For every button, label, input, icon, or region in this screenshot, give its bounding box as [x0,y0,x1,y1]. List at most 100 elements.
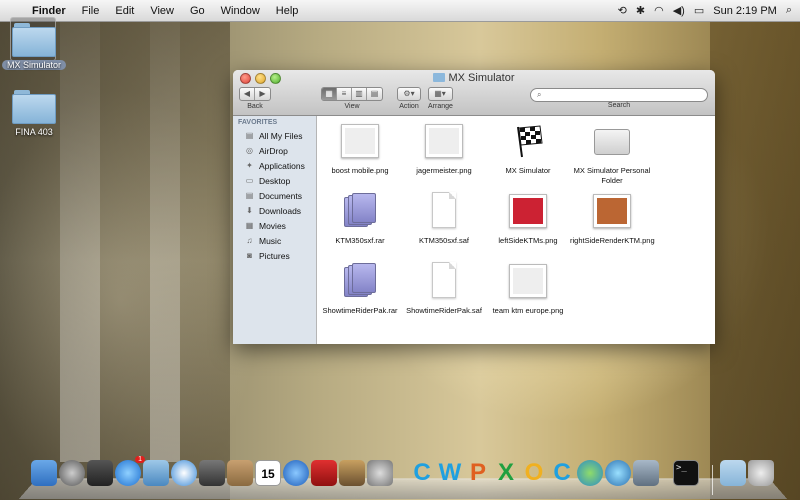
sidebar-heading: FAVORITES [238,119,278,126]
image-file-icon [508,261,548,301]
music-icon: ♫ [246,236,253,245]
contacts-icon[interactable] [227,460,253,486]
trash-icon[interactable] [748,460,774,486]
spotlight-icon[interactable]: ⌕ [786,4,792,17]
coverflow-view-button[interactable]: ▤ [367,88,382,100]
dock: 1 15 C W P X O C >_ [18,456,788,500]
sidebar-item-airdrop[interactable]: ◎ AirDrop [233,143,316,158]
menu-window[interactable]: Window [213,5,268,17]
file-item[interactable]: MX Simulator Personal Folder [570,121,654,186]
folder-icon [12,90,56,124]
image-file-icon [340,121,380,161]
action-group: ⚙▾ Action [397,87,421,110]
dock-separator [712,465,713,495]
arrange-button[interactable]: ▦▾ [429,88,451,100]
desktop-folder-label: FINA 403 [15,127,53,137]
excel-icon[interactable]: X [493,460,519,486]
downloads-stack-icon[interactable] [720,460,746,486]
movies-icon: ▦ [245,221,254,230]
search-input[interactable]: ⌕ [530,88,708,102]
wallpaper-rock-right [710,22,800,500]
itunes-icon[interactable] [283,460,309,486]
menu-file[interactable]: File [74,5,108,17]
image-file-icon [508,191,548,231]
system-preferences-icon[interactable] [367,460,393,486]
sidebar-item-downloads[interactable]: ⬇ Downloads [233,203,316,218]
volume-icon[interactable]: ◀) [673,4,685,17]
menu-view[interactable]: View [142,5,182,17]
menu-edit[interactable]: Edit [107,5,142,17]
forward-button[interactable]: ▶ [255,88,270,100]
sidebar-item-pictures[interactable]: ◙ Pictures [233,248,316,263]
iphoto-icon[interactable] [339,460,365,486]
documents-icon: ▤ [245,191,254,200]
file-item[interactable]: KTM350sxf.rar [318,191,402,246]
list-view-button[interactable]: ≡ [337,88,352,100]
file-item[interactable]: KTM350sxf.saf [402,191,486,246]
finder-window: MX Simulator ◀ ▶ Back ▦ ≡ ▥ ▤ View ⚙▾ Ac… [233,70,715,344]
chrome-icon[interactable] [605,460,631,486]
sidebar-item-desktop[interactable]: ▭ Desktop [233,173,316,188]
gear-icon[interactable]: ⚙▾ [398,88,420,100]
sidebar-item-applications[interactable]: ✦ Applications [233,158,316,173]
facetime-icon[interactable] [199,460,225,486]
dashboard-icon[interactable] [87,460,113,486]
outlook-icon[interactable]: O [521,460,547,486]
photo-booth-icon[interactable] [311,460,337,486]
mail-icon[interactable] [143,460,169,486]
back-label: Back [247,103,263,110]
app-store-icon[interactable]: 1 [115,456,145,486]
wifi-icon[interactable]: ◠ [654,4,664,17]
back-button[interactable]: ◀ [240,88,255,100]
communicator-icon[interactable]: C [549,460,575,486]
file-item[interactable]: team ktm europe.png [486,261,570,316]
powerpoint-icon[interactable]: P [465,460,491,486]
sidebar-item-movies[interactable]: ▦ Movies [233,218,316,233]
sidebar-item-documents[interactable]: ▤ Documents [233,188,316,203]
finder-icon[interactable] [31,460,57,486]
clock[interactable]: Sun 2:19 PM [713,5,777,17]
menu-go[interactable]: Go [182,5,213,17]
terminal-icon[interactable]: >_ [673,460,699,486]
desktop-folder-mx-simulator[interactable]: MX Simulator [2,23,66,70]
word-doc-icon[interactable]: W [437,460,463,486]
file-grid: boost mobile.png jagermeister.png MX Sim… [318,116,715,344]
battery-icon[interactable]: ▭ [694,4,704,17]
safari-icon[interactable] [171,460,197,486]
remote-desktop-icon[interactable] [633,460,659,486]
desktop-folder-label: MX Simulator [2,60,66,70]
icon-view-button[interactable]: ▦ [322,88,337,100]
action-label: Action [399,103,419,110]
wallpaper-waterfall [60,22,100,462]
document-file-icon [424,191,464,231]
messenger-icon[interactable] [577,460,603,486]
document-file-icon [424,261,464,301]
file-item[interactable]: jagermeister.png [402,121,486,176]
image-file-icon [424,121,464,161]
column-view-button[interactable]: ▥ [352,88,367,100]
word-icon[interactable]: C [409,460,435,486]
launchpad-icon[interactable] [59,460,85,486]
time-machine-icon[interactable]: ⟲ [618,4,627,17]
file-item[interactable]: rightSideRenderKTM.png [570,191,655,246]
archive-file-icon [340,261,380,301]
file-item[interactable]: leftSideKTMs.png [486,191,570,246]
folder-icon [12,23,56,57]
menu-bar: Finder File Edit View Go Window Help ⟲ ✱… [0,0,800,22]
file-item[interactable]: ShowtimeRiderPak.rar [318,261,402,316]
file-item[interactable]: ShowtimeRiderPak.saf [402,261,486,316]
sidebar-item-all-my-files[interactable]: ▤ All My Files [233,128,316,143]
pictures-icon: ◙ [247,251,252,260]
file-item[interactable]: boost mobile.png [318,121,402,176]
calendar-icon[interactable]: 15 [255,460,281,486]
window-titlebar[interactable]: MX Simulator ◀ ▶ Back ▦ ≡ ▥ ▤ View ⚙▾ Ac… [233,70,715,116]
sidebar-item-music[interactable]: ♫ Music [233,233,316,248]
desktop-folder-fina-403[interactable]: FINA 403 [2,90,66,137]
drive-icon [592,121,632,161]
applications-icon: ✦ [246,161,253,170]
search-label: Search [607,102,631,109]
menu-help[interactable]: Help [268,5,307,17]
bluetooth-icon[interactable]: ✱ [636,4,645,17]
file-item[interactable]: MX Simulator [486,121,570,176]
app-menu[interactable]: Finder [28,5,74,17]
